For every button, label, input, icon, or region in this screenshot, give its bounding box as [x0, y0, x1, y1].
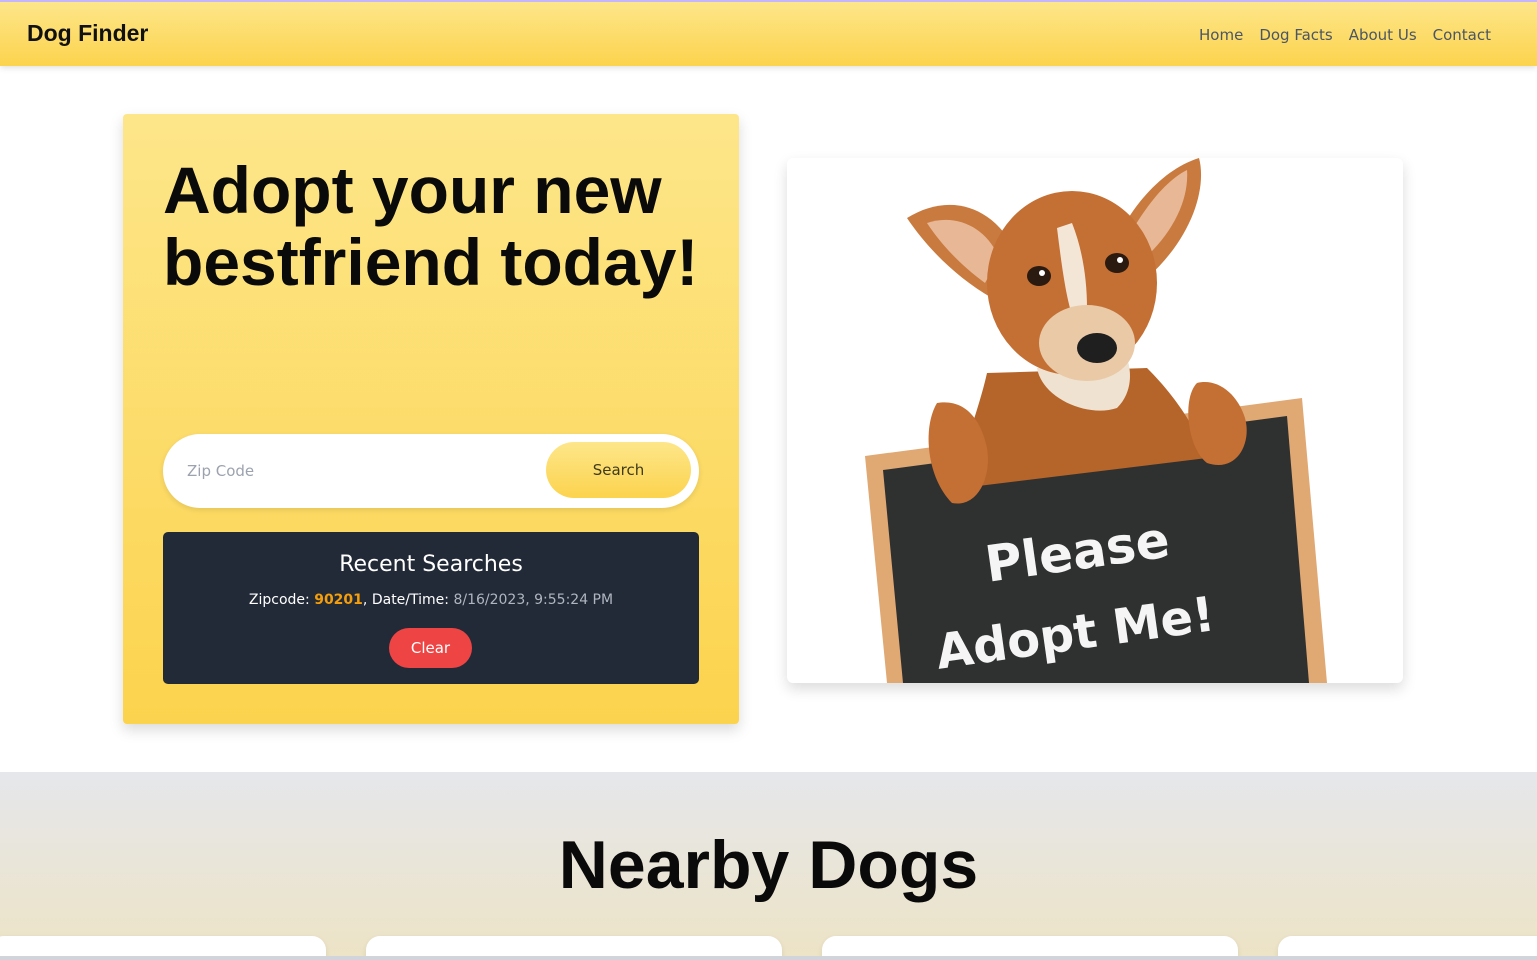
hero-title: Adopt your new bestfriend today! [163, 153, 699, 299]
recent-search-entry[interactable]: Zipcode: 90201, Date/Time: 8/16/2023, 9:… [163, 592, 699, 608]
zip-value: 90201 [314, 592, 363, 608]
nearby-dogs-title: Nearby Dogs [558, 827, 979, 903]
dog-illustration: Please Adopt Me! [865, 158, 1327, 683]
nav-link-home[interactable]: Home [1199, 26, 1243, 44]
dog-image-card: Please Adopt Me! [787, 158, 1403, 683]
zip-search-box: Search [163, 434, 699, 508]
recent-searches-panel: Recent Searches Zipcode: 90201, Date/Tim… [163, 532, 699, 684]
search-button[interactable]: Search [546, 442, 691, 498]
nav-link-dog-facts[interactable]: Dog Facts [1259, 26, 1332, 44]
navbar: Dog Finder Home Dog Facts About Us Conta… [0, 0, 1537, 66]
zip-code-input[interactable] [187, 456, 517, 486]
zip-label: Zipcode: [248, 592, 310, 608]
recent-searches-title: Recent Searches [339, 552, 523, 577]
nav-link-contact[interactable]: Contact [1433, 26, 1491, 44]
date-value: 8/16/2023, 9:55:24 PM [453, 592, 614, 608]
clear-button[interactable]: Clear [389, 628, 472, 668]
hero-card: Adopt your new bestfriend today! Search … [123, 114, 739, 724]
brand-logo[interactable]: Dog Finder [27, 20, 148, 47]
date-label: Date/Time: [371, 592, 449, 608]
nav-link-about-us[interactable]: About Us [1349, 26, 1417, 44]
nearby-dogs-section: Nearby Dogs [0, 772, 1537, 960]
scrollbar-edge [0, 956, 1537, 960]
nav-links: Home Dog Facts About Us Contact [1199, 26, 1491, 44]
